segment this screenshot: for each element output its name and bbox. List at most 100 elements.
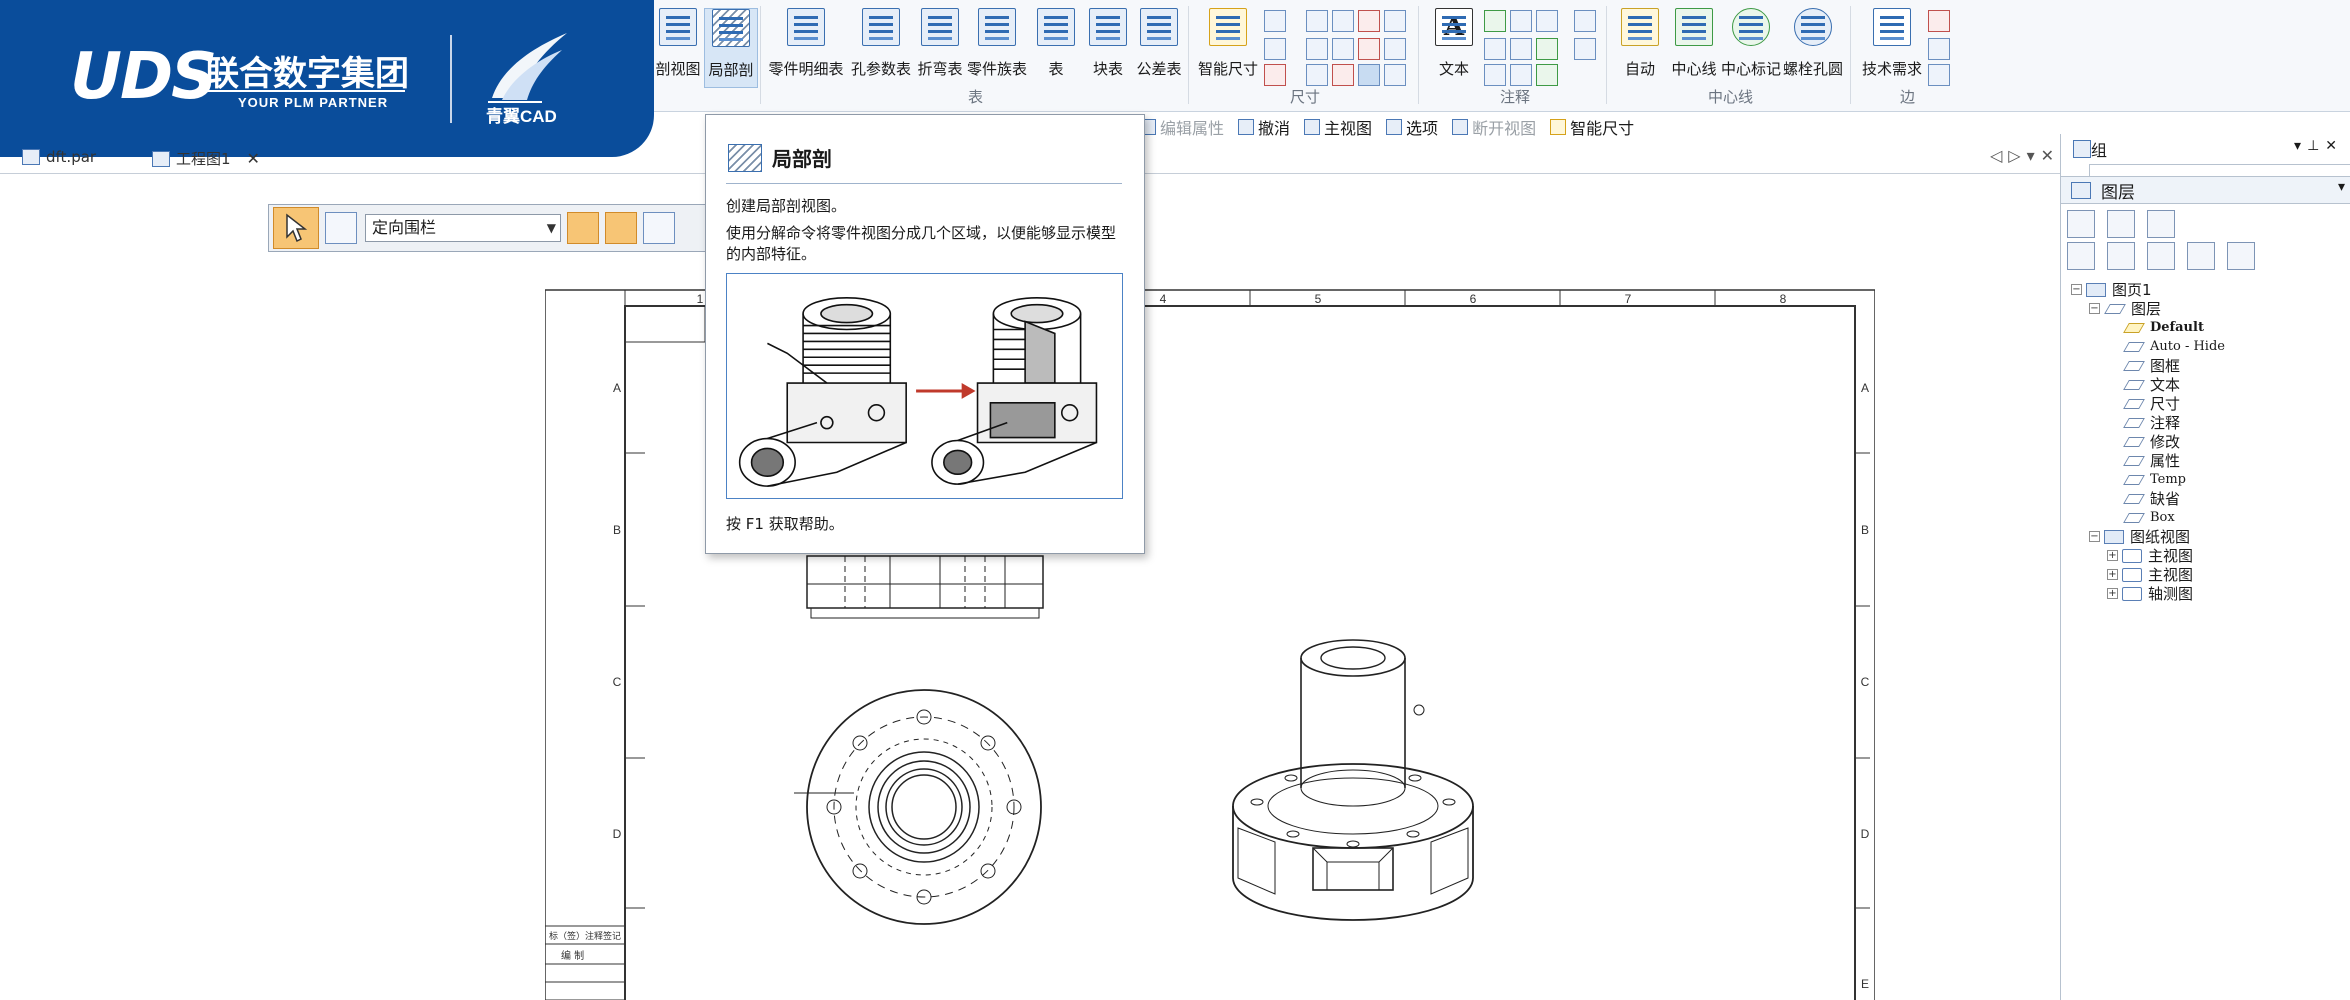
tree-layer-item[interactable]: 缺省 [2123,489,2180,508]
tree-layer-item[interactable]: 图框 [2123,356,2180,375]
close-document-icon[interactable]: ✕ [2041,146,2060,165]
tree-layer-item[interactable]: 属性 [2123,451,2180,470]
section-view-button[interactable]: 剖视图 [650,8,706,88]
filter-select-button[interactable] [605,212,637,244]
scroll-right-icon[interactable]: ▷ [2008,146,2026,165]
annotation-tool-icon[interactable] [1536,38,1558,60]
broken-out-section-button[interactable]: 局部剖 [704,8,758,88]
chevron-down-icon[interactable]: ▾ [2338,179,2345,195]
annotation-tool-icon[interactable] [1510,38,1532,60]
bolt-hole-circle-button[interactable]: 螺栓孔圆 [1782,8,1844,88]
dimension-tool-icon[interactable] [1306,64,1328,86]
undo-command[interactable]: 撤消 [1238,115,1290,139]
annotation-tool-icon[interactable] [1484,38,1506,60]
tab-drawing-1[interactable]: 工程图1 ✕ [152,148,260,169]
center-mark-button[interactable]: 中心标记 [1720,8,1782,88]
annotation-tool-icon[interactable] [1510,10,1532,32]
dimension-tool-icon[interactable] [1306,38,1328,60]
edit-properties-command[interactable]: 编辑属性 [1140,115,1224,139]
view-layers-button[interactable] [2067,210,2095,238]
annotation-tool-icon[interactable] [1510,64,1532,86]
collapse-icon[interactable]: − [2089,531,2100,542]
help-button[interactable] [2147,210,2175,238]
broken-view-command[interactable]: 断开视图 [1452,115,1536,139]
tab-list-icon[interactable]: ▾ [2027,146,2041,165]
close-icon[interactable]: ✕ [2325,138,2343,154]
front-view-drawing[interactable] [794,689,1042,925]
edge-tool-icon[interactable] [1928,38,1950,60]
dimension-tool-icon[interactable] [1264,38,1286,60]
annotation-tool-icon[interactable] [1536,64,1558,86]
select-option-button[interactable] [643,212,675,244]
principal-view-command[interactable]: 主视图 [1304,115,1372,139]
tree-layer-item[interactable]: Auto - Hide [2123,337,2225,356]
text-button[interactable]: A 文本 [1426,8,1482,88]
hide-layer-button[interactable] [2147,242,2175,270]
annotation-tool-icon[interactable] [1484,10,1506,32]
top-view-drawing[interactable] [806,555,1044,619]
edge-tool-icon[interactable] [1928,10,1950,32]
bookmark-button[interactable] [2107,210,2135,238]
centerline-button[interactable]: 中心线 [1668,8,1720,88]
tab-dft-par[interactable]: dft.par [22,148,96,166]
annotation-tool-icon[interactable] [1484,64,1506,86]
dimension-tool-icon[interactable] [1384,64,1406,86]
table-button[interactable]: 表 [1036,8,1076,88]
tree-layer-item[interactable]: 文本 [2123,375,2180,394]
bend-table-button[interactable]: 折弯表 [914,8,966,88]
expand-icon[interactable]: + [2107,569,2118,580]
layer-select-button[interactable] [567,212,599,244]
collapse-icon[interactable]: − [2071,284,2082,295]
delete-layer-button[interactable] [2227,242,2255,270]
dropdown-icon[interactable]: ▾ [2294,138,2307,154]
tree-layer-item[interactable]: 尺寸 [2123,394,2180,413]
tree-layer-item[interactable]: 修改 [2123,432,2180,451]
move-to-layer-button[interactable] [2187,242,2215,270]
dimension-tool-icon[interactable] [1358,38,1380,60]
new-layer-button[interactable] [2067,242,2095,270]
tree-view-item[interactable]: + 主视图 [2107,565,2193,584]
auto-centerline-button[interactable]: 自动 [1614,8,1666,88]
tree-layer-item[interactable]: 注释 [2123,413,2180,432]
expand-icon[interactable]: + [2107,588,2118,599]
family-table-button[interactable]: 零件族表 [966,8,1028,88]
smart-dimension-button[interactable]: 智能尺寸 [1196,8,1260,88]
show-layer-button[interactable] [2107,242,2135,270]
annotation-tool-icon[interactable] [1536,10,1558,32]
tree-layer-item[interactable]: Box [2123,508,2175,527]
hole-table-button[interactable]: 孔参数表 [850,8,912,88]
dimension-tool-icon[interactable] [1332,64,1354,86]
dimension-tool-icon[interactable] [1332,10,1354,32]
options-command[interactable]: 选项 [1386,115,1438,139]
tolerance-table-button[interactable]: 公差表 [1134,8,1184,88]
parts-list-button[interactable]: 零件明细表 [768,8,844,88]
edge-tool-icon[interactable] [1928,64,1950,86]
selection-mode-combo[interactable]: 定向围栏 ▼ [365,214,561,242]
block-table-button[interactable]: 块表 [1086,8,1130,88]
isometric-view-drawing[interactable] [1232,639,1474,921]
tree-view-item[interactable]: + 主视图 [2107,546,2193,565]
selection-list-button[interactable] [325,212,357,244]
smart-dimension-command[interactable]: 智能尺寸 [1550,115,1634,139]
annotation-tool-icon[interactable] [1574,38,1596,60]
dimension-tool-icon[interactable] [1332,38,1354,60]
tree-layer-item[interactable]: Temp [2123,470,2186,489]
tree-view-item[interactable]: + 轴测图 [2107,584,2193,603]
tree-node-drawing-views[interactable]: − 图纸视图 [2089,527,2190,546]
dimension-tool-icon[interactable] [1306,10,1328,32]
expand-icon[interactable]: + [2107,550,2118,561]
annotation-tool-icon[interactable] [1574,10,1596,32]
dimension-tool-icon[interactable] [1384,38,1406,60]
collapse-icon[interactable]: − [2089,303,2100,314]
select-tool-button[interactable] [273,207,319,249]
technical-requirements-button[interactable]: 技术需求 [1858,8,1926,88]
dimension-tool-icon[interactable] [1358,64,1380,86]
tree-layer-item[interactable]: Default [2123,318,2204,337]
close-tab-icon[interactable]: ✕ [247,149,260,168]
dimension-tool-icon[interactable] [1264,64,1286,86]
scroll-left-icon[interactable]: ◁ [1990,146,2008,165]
dimension-tool-icon[interactable] [1264,10,1286,32]
dimension-tool-icon[interactable] [1358,10,1380,32]
dimension-tool-icon[interactable] [1384,10,1406,32]
tree-node-sheet[interactable]: − 图页1 [2071,280,2152,299]
